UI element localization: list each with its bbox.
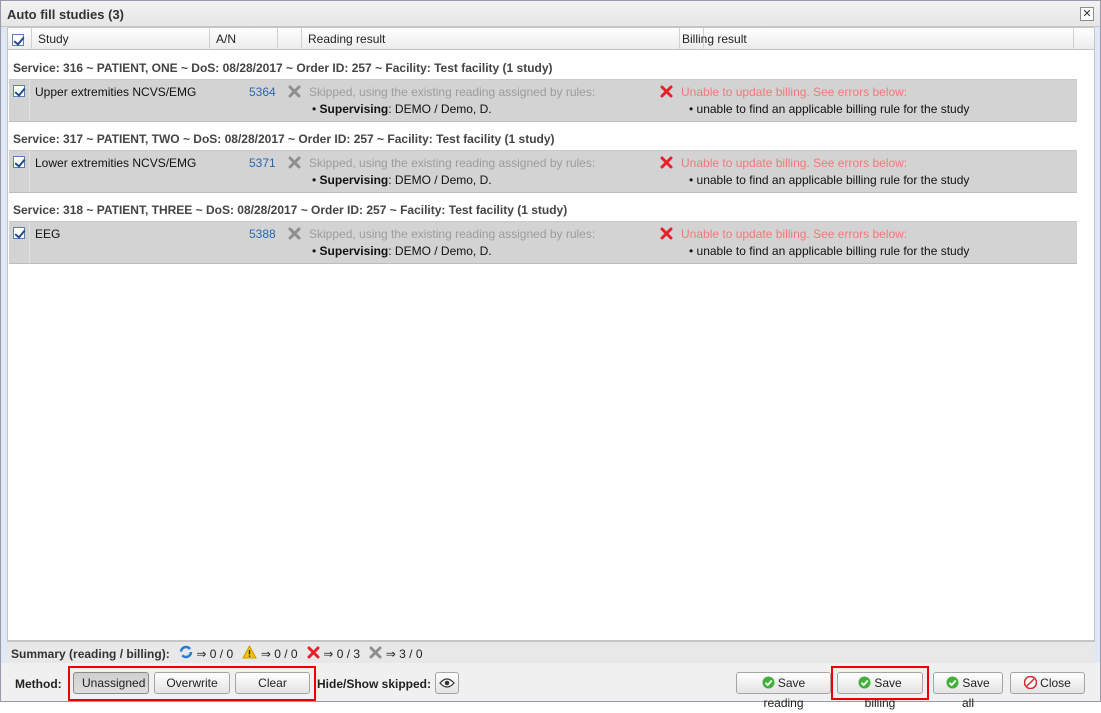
supervising-label: Supervising <box>319 173 389 187</box>
summary-arrow: ⇒ <box>385 647 396 662</box>
check-icon <box>762 676 775 689</box>
summary-arrow: ⇒ <box>196 647 207 662</box>
summary-refresh: ⇒ 0 / 0 <box>179 646 236 662</box>
skipped-icon <box>288 156 301 169</box>
reading-skipped-text: Skipped, using the existing reading assi… <box>309 156 596 170</box>
table-row[interactable]: Upper extremities NCVS/EMG 5364 Skipped,… <box>9 79 1077 122</box>
save-billing-highlight-box <box>831 666 929 700</box>
billing-error-text: Unable to update billing. See errors bel… <box>681 227 908 241</box>
reading-supervising: • Supervising: DEMO / Demo, D. <box>312 102 492 116</box>
column-header-billing[interactable]: Billing result <box>676 28 1074 50</box>
reading-supervising: • Supervising: DEMO / Demo, D. <box>312 244 492 258</box>
summary-label: Summary (reading / billing): <box>11 646 170 661</box>
reading-skipped-text: Skipped, using the existing reading assi… <box>309 85 596 99</box>
save-all-label: Save all <box>961 676 990 710</box>
accession-number-link[interactable]: 5388 <box>249 227 276 241</box>
column-header-an[interactable]: A/N <box>210 28 278 50</box>
hide-show-skipped-label: Hide/Show skipped: <box>317 677 432 691</box>
skipped-icon <box>369 646 382 659</box>
check-icon <box>946 676 959 689</box>
summary-warning-count: 0 / 0 <box>274 647 298 662</box>
dialog-footer: Method: Unassigned Overwrite Clear Hide/… <box>1 663 1100 710</box>
billing-error-text: Unable to update billing. See errors bel… <box>681 156 908 170</box>
summary-refresh-count: 0 / 0 <box>209 647 234 662</box>
grid-header: Study A/N Reading result Billing result <box>8 28 1094 50</box>
error-icon <box>660 85 673 98</box>
accession-number-link[interactable]: 5371 <box>249 156 276 170</box>
skipped-icon <box>288 85 301 98</box>
studies-grid: Study A/N Reading result Billing result … <box>7 27 1095 641</box>
auto-fill-dialog: Auto fill studies (3) ✕ Study A/N Readin… <box>0 0 1101 710</box>
error-icon <box>307 646 320 659</box>
select-all-checkbox-cell[interactable] <box>8 28 32 50</box>
supervising-value: : DEMO / Demo, D. <box>388 102 492 116</box>
billing-error-detail: • unable to find an applicable billing r… <box>689 173 970 187</box>
refresh-icon <box>179 646 193 659</box>
select-all-checkbox[interactable] <box>12 33 24 46</box>
service-group-title: Service: 318 ~ PATIENT, THREE ~ DoS: 08/… <box>13 203 568 217</box>
service-group-title: Service: 317 ~ PATIENT, TWO ~ DoS: 08/28… <box>13 132 555 146</box>
skipped-icon <box>288 227 301 240</box>
summary-error: ⇒ 0 / 3 <box>307 646 363 662</box>
error-icon <box>660 156 673 169</box>
study-name: EEG <box>35 227 61 241</box>
summary-bar: Summary (reading / billing): ⇒ 0 / 0 ⇒ 0… <box>7 641 1095 663</box>
warning-icon <box>242 645 258 659</box>
close-button[interactable]: Close <box>1010 672 1085 694</box>
row-checkbox[interactable] <box>13 227 25 239</box>
cancel-icon <box>1024 676 1038 689</box>
method-highlight-box <box>68 666 316 701</box>
method-label: Method: <box>15 677 62 691</box>
accession-number-link[interactable]: 5364 <box>249 85 276 99</box>
close-label: Close <box>1040 676 1071 690</box>
eye-icon <box>439 678 455 688</box>
summary-skipped-count: 3 / 0 <box>399 647 423 662</box>
summary-arrow: ⇒ <box>323 647 334 662</box>
summary-warning: ⇒ 0 / 0 <box>242 645 300 662</box>
error-icon <box>660 227 673 240</box>
supervising-label: Supervising <box>319 244 389 258</box>
table-row[interactable]: EEG 5388 Skipped, using the existing rea… <box>9 221 1077 264</box>
study-name: Upper extremities NCVS/EMG <box>35 85 197 99</box>
reading-supervising: • Supervising: DEMO / Demo, D. <box>312 173 492 187</box>
summary-arrow: ⇒ <box>260 647 271 662</box>
column-header-reading-icon <box>278 28 302 50</box>
summary-skipped: ⇒ 3 / 0 <box>369 646 423 662</box>
row-checkbox[interactable] <box>13 156 25 168</box>
reading-skipped-text: Skipped, using the existing reading assi… <box>309 227 596 241</box>
billing-error-detail: • unable to find an applicable billing r… <box>689 102 970 116</box>
summary-error-count: 0 / 3 <box>336 647 361 662</box>
service-group-title: Service: 316 ~ PATIENT, ONE ~ DoS: 08/28… <box>13 61 553 75</box>
close-icon[interactable]: ✕ <box>1080 7 1094 21</box>
billing-error-detail: • unable to find an applicable billing r… <box>689 244 970 258</box>
save-all-button[interactable]: Save all <box>933 672 1003 710</box>
supervising-value: : DEMO / Demo, D. <box>388 244 492 258</box>
column-header-study[interactable]: Study <box>32 28 210 50</box>
dialog-titlebar: Auto fill studies (3) ✕ <box>1 1 1100 27</box>
supervising-label: Supervising <box>319 102 389 116</box>
study-name: Lower extremities NCVS/EMG <box>35 156 197 170</box>
dialog-title: Auto fill studies (3) <box>7 7 124 22</box>
column-header-reading[interactable]: Reading result <box>302 28 680 50</box>
supervising-value: : DEMO / Demo, D. <box>388 173 492 187</box>
table-row[interactable]: Lower extremities NCVS/EMG 5371 Skipped,… <box>9 150 1077 193</box>
save-reading-button[interactable]: Save reading <box>736 672 831 710</box>
billing-error-text: Unable to update billing. See errors bel… <box>681 85 908 99</box>
hide-show-skipped-toggle[interactable] <box>435 672 459 694</box>
row-checkbox[interactable] <box>13 85 25 97</box>
